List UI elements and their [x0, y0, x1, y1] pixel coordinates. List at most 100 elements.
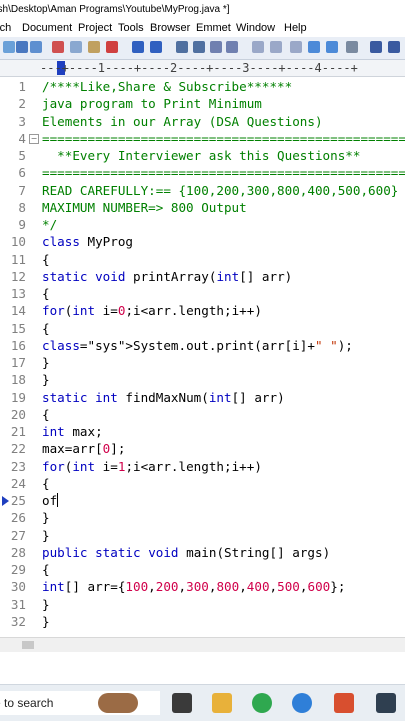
- cut-icon[interactable]: [52, 41, 64, 53]
- code-text: {: [42, 406, 50, 422]
- menu-window[interactable]: Window: [236, 20, 275, 37]
- file-explorer-icon[interactable]: [212, 693, 232, 713]
- settings-icon[interactable]: [346, 41, 358, 53]
- copy-icon[interactable]: [70, 41, 82, 53]
- code-line[interactable]: 32}: [0, 613, 405, 630]
- code-text: int max;: [42, 424, 103, 439]
- code-line[interactable]: 15 {: [0, 320, 405, 337]
- font-icon[interactable]: [252, 41, 264, 53]
- edge-icon[interactable]: [292, 693, 312, 713]
- code-line[interactable]: 12 static void printArray(int[] arr): [0, 268, 405, 285]
- scrollbar-thumb[interactable]: [22, 641, 34, 649]
- code-text: }: [42, 355, 50, 370]
- line-number: 27: [10, 527, 26, 543]
- code-line[interactable]: 3 Elements in our Array (DSA Questions): [0, 113, 405, 130]
- menu-project[interactable]: Project: [78, 20, 112, 37]
- code-line[interactable]: 29 {: [0, 561, 405, 578]
- column-ruler: ---+----1----+----2----+----3----+----4-…: [0, 60, 405, 77]
- delete-icon[interactable]: [106, 41, 118, 53]
- check-icon[interactable]: [16, 41, 28, 53]
- code-line[interactable]: 2 java program to Print Minimum: [0, 95, 405, 112]
- code-line[interactable]: 7 READ CAREFULLY:== {100,200,300,800,400,…: [0, 182, 405, 199]
- code-text: */: [42, 217, 58, 232]
- menu-document[interactable]: Document: [22, 20, 72, 37]
- code-line[interactable]: 17}: [0, 354, 405, 371]
- chocolate-bunnies-icon: [98, 693, 138, 713]
- code-text: Elements in our Array (DSA Questions): [42, 113, 323, 129]
- tile-icon[interactable]: [388, 41, 400, 53]
- jump-icon[interactable]: [226, 41, 238, 53]
- wrap-icon[interactable]: [290, 41, 302, 53]
- code-text: **Every Interviewer ask this Questions**: [42, 148, 361, 163]
- goto-icon[interactable]: [210, 41, 222, 53]
- code-line[interactable]: 28 public static void main(String[] args): [0, 544, 405, 561]
- code-line[interactable]: 5 **Every Interviewer ask this Questions…: [0, 147, 405, 164]
- undo-icon[interactable]: [132, 41, 144, 53]
- code-line[interactable]: 4 =======================================…: [0, 130, 405, 147]
- menu-browser[interactable]: Browser: [150, 20, 190, 37]
- code-line[interactable]: 16 class="sys">System.out.print(arr[i]+" …: [0, 337, 405, 354]
- code-text: }: [42, 510, 50, 526]
- window-title-bar: ash\Desktop\Aman Programs\Youtube\MyProg…: [0, 0, 405, 20]
- menu-emmet[interactable]: Emmet: [196, 20, 231, 37]
- line-number: 26: [10, 510, 26, 526]
- menu-help[interactable]: Help: [284, 20, 307, 37]
- line-number: 31: [10, 596, 26, 612]
- code-line[interactable]: 25 of: [0, 492, 405, 509]
- code-text: class MyProg: [42, 234, 133, 250]
- code-text: ========================================…: [42, 165, 405, 181]
- list-icon[interactable]: [308, 41, 320, 53]
- paste-icon[interactable]: [88, 41, 100, 53]
- chrome-icon[interactable]: [252, 693, 272, 713]
- menu-tools[interactable]: Tools: [118, 20, 144, 37]
- text-caret: [57, 493, 59, 507]
- code-text: READ CAREFULLY:== {100,200,300,800,400,5…: [42, 182, 399, 198]
- window-icon[interactable]: [370, 41, 382, 53]
- horizontal-scrollbar[interactable]: [0, 637, 405, 652]
- code-line[interactable]: 13 {: [0, 285, 405, 302]
- terminal-icon[interactable]: [376, 693, 396, 713]
- code-line[interactable]: 18}: [0, 371, 405, 388]
- redo-icon[interactable]: [150, 41, 162, 53]
- code-line[interactable]: 24 {: [0, 475, 405, 492]
- line-number: 20: [10, 406, 26, 422]
- save-icon[interactable]: [30, 41, 42, 53]
- code-text: public static void main(String[] args): [42, 544, 331, 560]
- taskbar-search-text: re to search: [0, 696, 54, 710]
- code-line[interactable]: 8 MAXIMUM NUMBER=> 800 Output: [0, 199, 405, 216]
- replace-icon[interactable]: [193, 41, 205, 53]
- code-line[interactable]: 11 {: [0, 251, 405, 268]
- code-line[interactable]: 22 max=arr[0];: [0, 440, 405, 457]
- code-editor[interactable]: 1 /****Like,Share & Subscribe****** 2 java …: [0, 77, 405, 637]
- line-number: 11: [10, 251, 26, 267]
- line-number: 2: [18, 96, 26, 112]
- code-line[interactable]: 21 int max;: [0, 423, 405, 440]
- line-number: 6: [18, 165, 26, 181]
- taskbar: re to search: [0, 684, 405, 721]
- find-icon[interactable]: [3, 41, 15, 53]
- code-line[interactable]: 1 /****Like,Share & Subscribe******: [0, 78, 405, 95]
- code-line[interactable]: 9 */: [0, 216, 405, 233]
- fold-toggle-icon[interactable]: −: [29, 133, 39, 144]
- code-text: static int findMaxNum(int[] arr): [42, 389, 285, 405]
- search-icon[interactable]: [176, 41, 188, 53]
- hex-icon[interactable]: [270, 41, 282, 53]
- code-line[interactable]: 20 {: [0, 406, 405, 423]
- code-line[interactable]: 14 for(int i=0;i<arr.length;i++): [0, 302, 405, 319]
- line-number: 14: [10, 303, 26, 319]
- line-number: 28: [10, 544, 26, 560]
- code-line[interactable]: 31}: [0, 596, 405, 613]
- code-line[interactable]: 26}: [0, 509, 405, 526]
- code-line[interactable]: 10 class MyProg: [0, 233, 405, 250]
- app-icon[interactable]: [334, 693, 354, 713]
- code-line[interactable]: 30 int[] arr={100,200,300,800,400,500,600…: [0, 578, 405, 595]
- grid-icon[interactable]: [326, 41, 338, 53]
- line-number: 10: [10, 234, 26, 250]
- code-line[interactable]: 19 static int findMaxNum(int[] arr): [0, 389, 405, 406]
- code-line[interactable]: 6 =======================================…: [0, 164, 405, 181]
- task-view-icon[interactable]: [172, 693, 192, 713]
- code-line[interactable]: 23 for(int i=1;i<arr.length;i++): [0, 458, 405, 475]
- code-line[interactable]: 27}: [0, 527, 405, 544]
- menu-search[interactable]: rch: [0, 20, 11, 37]
- line-number: 24: [10, 475, 26, 491]
